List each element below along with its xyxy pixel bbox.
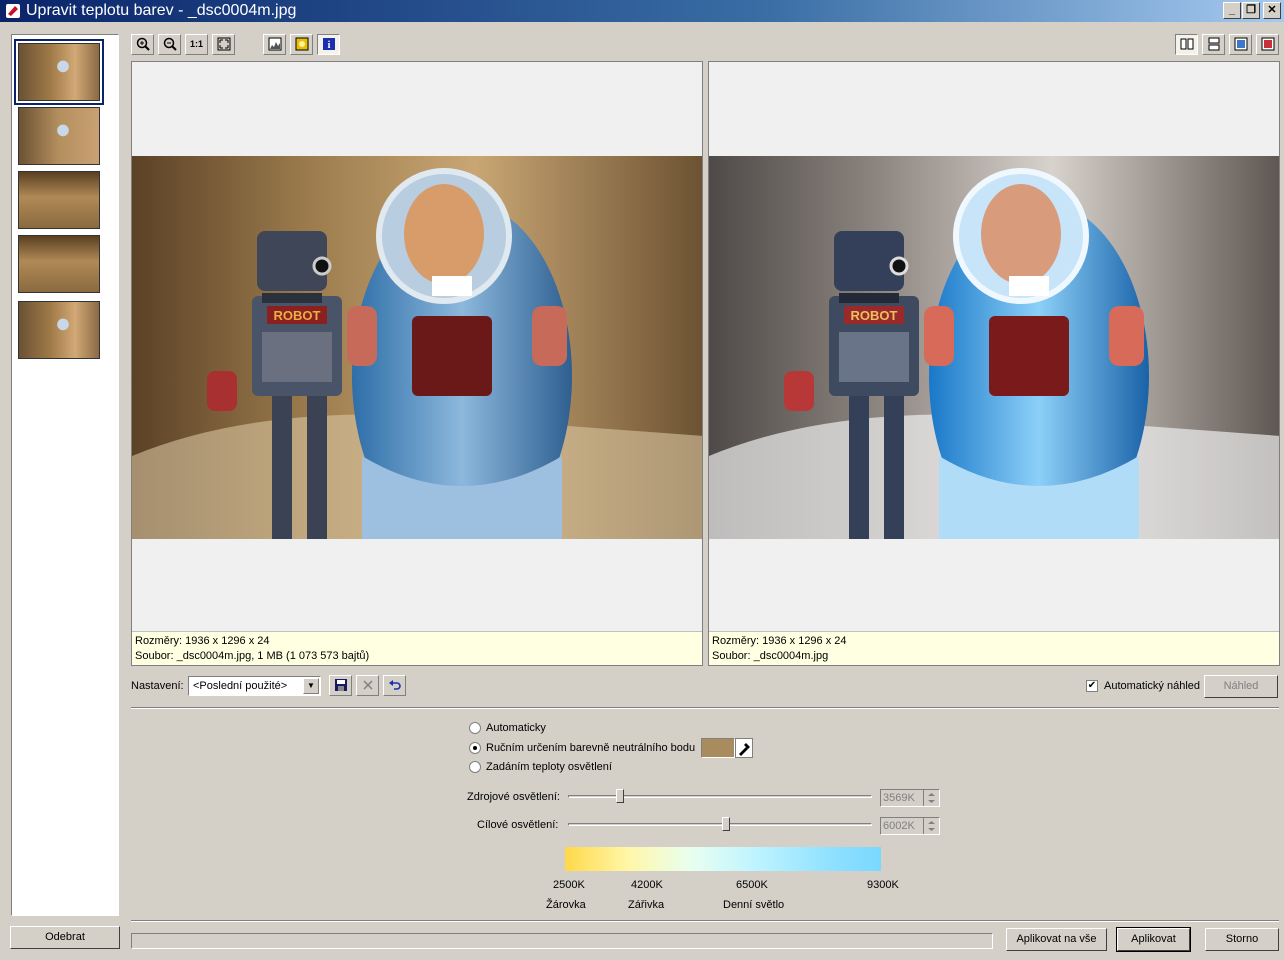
target-light-value: 6002K [883,820,915,832]
source-light-spinner[interactable]: 3569K [880,789,940,807]
original-file: Soubor: _dsc0004m.jpg, 1 MB (1 073 573 b… [135,650,370,662]
fit-icon[interactable] [212,34,235,55]
tick-4200k: 4200K [631,879,663,891]
actual-size-button[interactable]: 1:1 [185,34,208,55]
restore-button[interactable]: ❐ [1242,2,1260,19]
thumbnail-robot-1[interactable] [14,39,104,105]
zoom-in-icon[interactable] [131,34,154,55]
result-file: Soubor: _dsc0004m.jpg [712,650,829,662]
histogram-icon[interactable] [263,34,286,55]
thumbnail-robot-2[interactable] [18,107,100,165]
original-view-icon[interactable] [1256,34,1279,55]
temperature-scale-bar [565,847,881,871]
radio-manual[interactable] [469,742,481,754]
target-light-slider[interactable] [722,817,731,831]
undo-icon[interactable] [383,675,406,696]
delete-preset-icon[interactable] [356,675,379,696]
label-incandescent: Žárovka [546,899,586,911]
target-light-track[interactable] [568,823,872,826]
save-preset-icon[interactable] [329,675,352,696]
divider [131,920,1279,922]
spinner-arrows-icon[interactable] [923,818,939,834]
original-preview[interactable]: ROBOT Rozměry: 1936 x 1296 x 24 Soubor: … [131,61,703,666]
original-photo: ROBOT [132,156,702,539]
svg-text:i: i [327,40,330,51]
settings-label: Nastavení: [131,680,184,692]
tick-9300k: 9300K [867,879,899,891]
settings-selected: <Poslední použité> [193,680,288,692]
radio-automatic[interactable] [469,722,481,734]
app-icon [5,3,21,19]
radio-temperature-label: Zadáním teploty osvětlení [486,761,612,773]
minimize-button[interactable]: _ [1223,2,1241,19]
close-button[interactable]: ✕ [1263,2,1281,19]
remove-button[interactable]: Odebrat [10,926,120,949]
window-title: Upravit teplotu barev - _dsc0004m.jpg [26,2,297,19]
result-info: Rozměry: 1936 x 1296 x 24 Soubor: _dsc00… [709,631,1279,665]
title-bar: Upravit teplotu barev - _dsc0004m.jpg _ … [0,0,1284,22]
target-light-label: Cílové osvětlení: [477,819,559,831]
thumbnail-outlet-1[interactable] [18,171,100,229]
result-dimensions: Rozměry: 1936 x 1296 x 24 [712,635,847,647]
settings-select[interactable]: <Poslední použité> ▼ [188,676,321,696]
svg-text:ROBOT: ROBOT [851,308,898,323]
radio-manual-label: Ručním určením barevně neutrálního bodu [486,742,696,754]
chevron-down-icon[interactable]: ▼ [303,678,319,694]
apply-all-button[interactable]: Aplikovat na vše [1006,928,1107,951]
preview-button[interactable]: Náhled [1204,675,1278,698]
apply-button[interactable]: Aplikovat [1116,927,1191,952]
thumbnail-robot-3[interactable] [18,301,100,359]
source-light-track[interactable] [568,795,872,798]
result-photo: ROBOT [709,156,1279,539]
source-light-value: 3569K [883,792,915,804]
zoom-out-icon[interactable] [158,34,181,55]
tick-6500k: 6500K [736,879,768,891]
single-view-icon[interactable] [1229,34,1252,55]
radio-temperature[interactable] [469,761,481,773]
eyedropper-icon[interactable] [735,738,753,758]
target-light-spinner[interactable]: 6002K [880,817,940,835]
source-light-label: Zdrojové osvětlení: [467,791,560,803]
thumbnail-outlet-2[interactable] [18,235,100,293]
original-dimensions: Rozměry: 1936 x 1296 x 24 [135,635,270,647]
label-fluorescent: Zářivka [628,899,665,911]
split-horizontal-icon[interactable] [1202,34,1225,55]
result-preview[interactable]: ROBOT Rozměry: 1936 x 1296 x 24 Soubor: … [708,61,1280,666]
divider [131,707,1279,709]
thumbnail-list[interactable] [11,34,119,916]
highlight-icon[interactable] [290,34,313,55]
info-icon[interactable]: i [317,34,340,55]
tick-2500k: 2500K [553,879,585,891]
original-info: Rozměry: 1936 x 1296 x 24 Soubor: _dsc00… [132,631,702,665]
auto-preview-label: Automatický náhled [1104,680,1200,692]
cancel-button[interactable]: Storno [1205,928,1279,951]
progress-bar [131,933,993,949]
label-daylight: Denní světlo [723,899,785,911]
auto-preview-checkbox[interactable]: ✔ [1086,680,1098,692]
spinner-arrows-icon[interactable] [923,790,939,806]
svg-text:ROBOT: ROBOT [274,308,321,323]
radio-automatic-label: Automaticky [486,722,546,734]
neutral-color-swatch [701,738,735,758]
source-light-slider[interactable] [615,789,624,803]
split-vertical-icon[interactable] [1175,34,1198,55]
